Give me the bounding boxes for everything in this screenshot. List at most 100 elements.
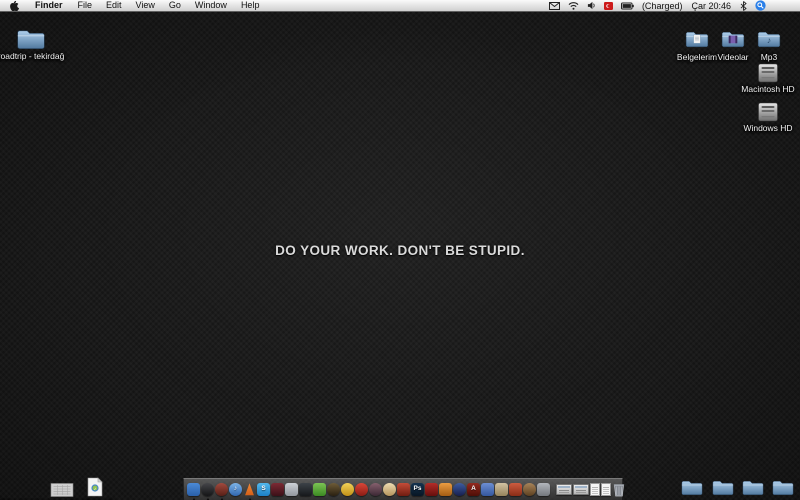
menu-clock[interactable]: Çar 20:46: [686, 1, 736, 11]
desktop-icon-fye101[interactable]: [681, 479, 703, 496]
desktop-icon-ders-programi[interactable]: [50, 483, 74, 497]
desktop-icon-vcd142[interactable]: [772, 479, 794, 496]
dock-photoshop[interactable]: Ps: [411, 480, 424, 500]
silver-app-icon: [285, 483, 298, 496]
dock-dark-sphere-app[interactable]: [201, 480, 214, 500]
menu-file[interactable]: File: [71, 0, 100, 11]
red-pencil-app-icon: [509, 483, 522, 496]
dock-silver-app[interactable]: [285, 480, 298, 500]
dock-printer-app[interactable]: [537, 480, 550, 500]
red-letter-app-glyph: A: [471, 485, 476, 493]
dock-trash[interactable]: [612, 480, 626, 500]
menu-help[interactable]: Help: [234, 0, 267, 11]
maroon-player-app-icon: [271, 483, 284, 496]
vlc-icon: [245, 483, 254, 496]
dock-document-1[interactable]: [590, 480, 600, 500]
dock-globe-clock-app[interactable]: [523, 480, 536, 500]
yellow-crescent-app-icon: [341, 483, 354, 496]
menu-status-area: (Charged) Çar 20:46: [545, 0, 800, 11]
svg-text:♪: ♪: [94, 486, 96, 491]
apple-icon: [10, 0, 19, 11]
trash-icon: [613, 484, 625, 497]
red-swirl-app-icon: [425, 483, 438, 496]
dock-plum-globe-app[interactable]: [369, 480, 382, 500]
desktop-icon-roadtrip[interactable]: [16, 28, 46, 50]
desktop-icon-tk101[interactable]: [742, 479, 764, 496]
desktop-icon-windows-hd[interactable]: [756, 102, 781, 122]
dock-orange-animal-app[interactable]: [439, 480, 452, 500]
menu-edit[interactable]: Edit: [99, 0, 129, 11]
printer-app-icon: [537, 483, 550, 496]
dock-red-media-app[interactable]: [215, 480, 228, 500]
skype-glyph: S: [261, 485, 266, 493]
menu-finder[interactable]: Finder: [27, 0, 71, 11]
dock-minimized-window-1[interactable]: [556, 480, 572, 500]
tan-tools-app-icon: [495, 483, 508, 496]
terminal-icon: [299, 483, 312, 496]
red-sphere-app-icon: [355, 483, 368, 496]
dock-red-character-app[interactable]: [397, 480, 410, 500]
dock-tan-tools-app[interactable]: [495, 480, 508, 500]
dock-messenger-app[interactable]: [481, 480, 494, 500]
menu-view[interactable]: View: [129, 0, 162, 11]
desktop-icon-label-windows-hd[interactable]: Windows HD: [743, 123, 792, 133]
dock-navy-sphere-app[interactable]: [453, 480, 466, 500]
desktop-icon-videolar[interactable]: [721, 30, 745, 48]
dock-red-sphere-app[interactable]: [355, 480, 368, 500]
battery-status-label[interactable]: (Charged): [638, 1, 687, 11]
svg-text:♪: ♪: [767, 35, 771, 45]
document-1-icon: [590, 483, 600, 496]
desktop-icon-label-roadtrip[interactable]: roadtrip - tekirdağ: [0, 51, 64, 61]
dock-maroon-player-app[interactable]: [271, 480, 284, 500]
dark-gold-sphere-app-icon: [327, 483, 340, 496]
apple-menu[interactable]: [0, 0, 27, 11]
dock-red-pencil-app[interactable]: [509, 480, 522, 500]
minimized-window-2-icon: [573, 484, 589, 495]
dock-itunes[interactable]: ♪: [229, 480, 242, 500]
menu-window[interactable]: Window: [188, 0, 234, 11]
navy-sphere-app-icon: [453, 483, 466, 496]
menu-go[interactable]: Go: [162, 0, 188, 11]
desktop-wallpaper: DO YOUR WORK. DON'T BE STUPID. roadtrip …: [0, 12, 800, 500]
red-letter-app-icon: A: [467, 483, 480, 496]
desktop-icon-vcd221[interactable]: [712, 479, 734, 496]
dock-document-2[interactable]: [601, 480, 611, 500]
green-app-icon: [313, 483, 326, 496]
dock-shell-app[interactable]: [383, 480, 396, 500]
dark-sphere-app-icon: [201, 483, 214, 496]
dock-red-swirl-app[interactable]: [425, 480, 438, 500]
red-media-app-icon: [215, 483, 228, 496]
desktop-icon-label-macintosh-hd[interactable]: Macintosh HD: [741, 84, 794, 94]
desktop-icon-label-belgelerim[interactable]: Belgelerim: [677, 52, 717, 62]
desktop-icon-label-videolar[interactable]: Videolar: [717, 52, 748, 62]
messenger-app-icon: [481, 483, 494, 496]
plum-globe-app-icon: [369, 483, 382, 496]
dock-dark-gold-sphere-app[interactable]: [327, 480, 340, 500]
dock-minimized-window-2[interactable]: [573, 480, 589, 500]
spotlight-icon[interactable]: [751, 0, 770, 11]
desktop-icon-belgelerim[interactable]: [685, 30, 709, 48]
wallpaper-quote: DO YOUR WORK. DON'T BE STUPID.: [275, 243, 525, 258]
dock-finder[interactable]: [187, 480, 200, 500]
desktop-icon-label-mp3[interactable]: Mp3: [761, 52, 778, 62]
document-2-icon: [601, 483, 611, 496]
itunes-glyph: ♪: [233, 485, 238, 493]
volume-icon[interactable]: [583, 1, 600, 10]
itunes-icon: ♪: [229, 483, 242, 496]
bluetooth-icon[interactable]: [736, 0, 751, 11]
desktop-screen: Finder File Edit View Go Window Help (Charged)…: [0, 0, 800, 500]
dock-green-app[interactable]: [313, 480, 326, 500]
desktop-icon-macintosh-hd[interactable]: [756, 63, 781, 83]
dock-yellow-crescent-app[interactable]: [341, 480, 354, 500]
wifi-icon[interactable]: [564, 1, 583, 10]
desktop-icon-mp3[interactable]: ♪: [757, 30, 781, 48]
dock-red-letter-app[interactable]: A: [467, 480, 480, 500]
mail-icon[interactable]: [545, 1, 564, 10]
dock-vlc[interactable]: [243, 480, 256, 500]
input-language-flag-icon[interactable]: [600, 1, 617, 10]
battery-icon[interactable]: [617, 2, 638, 10]
photoshop-icon: Ps: [411, 483, 424, 496]
desktop-icon-joy-turk[interactable]: ♪: [87, 477, 103, 497]
dock-skype[interactable]: S: [257, 480, 270, 500]
dock-terminal[interactable]: [299, 480, 312, 500]
